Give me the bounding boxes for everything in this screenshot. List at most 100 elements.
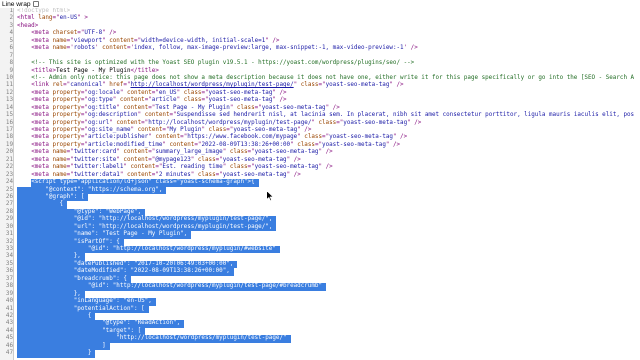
tag-markup: =" xyxy=(80,104,88,111)
tag-markup: =' xyxy=(66,45,74,52)
attribute-value: twitter:site xyxy=(73,156,117,163)
line-number: 14 xyxy=(5,104,13,111)
tag-markup: <meta xyxy=(31,171,53,178)
line-number: 28 xyxy=(5,208,13,215)
source-line: 6 <meta name='robots' content='index, fo… xyxy=(0,45,640,52)
tag-markup: =" xyxy=(318,82,326,89)
line-content: }, xyxy=(17,253,85,261)
line-content: <meta property="og:description" content=… xyxy=(17,112,634,119)
tag-markup: =" xyxy=(52,15,60,22)
tag-markup: " xyxy=(123,164,131,171)
selected-text: "name": "Test Page - My Plugin", xyxy=(17,231,192,239)
line-content: <script type="application/ld+json" class… xyxy=(17,179,259,187)
attribute-name: property xyxy=(52,134,81,141)
tag-markup: <meta xyxy=(31,97,53,104)
line-number: 12 xyxy=(5,89,13,96)
attribute-value: 2022-08-09T13:38:26+00:00 xyxy=(201,141,291,148)
source-line: 32 "isPartOf": { xyxy=(0,238,640,246)
line-content: "isPartOf": { xyxy=(17,238,124,246)
attribute-name: property xyxy=(52,97,81,104)
line-number: 43 xyxy=(5,320,13,327)
attribute-name: content xyxy=(119,97,145,104)
attribute-value: og:site_name xyxy=(87,127,131,133)
source-line: 13 <meta property="og:type" content="art… xyxy=(0,97,640,104)
text-content xyxy=(17,172,31,178)
attribute-value: Suspendisse sed hendrerit nisl, at lacin… xyxy=(176,112,635,119)
selected-text: }, xyxy=(17,290,85,299)
tag-markup: " /> xyxy=(272,97,287,104)
source-line: 29 "@id": "http://localhost/wordpress/my… xyxy=(0,216,640,224)
line-content: { xyxy=(17,201,68,209)
source-line: 44 "target": [ xyxy=(0,327,640,336)
source-line: 5 <meta name="viewport" content="width=d… xyxy=(0,38,640,45)
tag-markup: <meta xyxy=(31,30,53,37)
html-comment: <!-- This site is optimized with the Yoa… xyxy=(31,60,415,67)
tag-markup: " xyxy=(112,97,120,104)
attribute-value: yoast-seo-meta-tag xyxy=(325,82,390,89)
attribute-name: class xyxy=(229,149,248,156)
attribute-name: name xyxy=(52,156,67,163)
selected-text: "@id": "http://localhost/wordpress/myplu… xyxy=(17,283,326,291)
line-wrap-label[interactable]: Line wrap xyxy=(2,1,31,8)
source-line: 47 } xyxy=(0,350,640,358)
resource-link[interactable]: http://localhost/wordpress/myplugin/test… xyxy=(131,82,294,88)
tag-markup: " /> xyxy=(407,119,422,126)
tag-markup: " xyxy=(201,127,209,133)
source-line: 45 "http://localhost/wordpress/myplugin/… xyxy=(0,335,640,343)
tag-markup: ' /> xyxy=(403,45,418,52)
source-line: 28 "@type": "WebPage", xyxy=(0,208,640,217)
attribute-value: yoast-seo-meta-tag xyxy=(322,141,386,148)
attribute-value: en_US xyxy=(158,89,177,96)
attribute-name: name xyxy=(52,37,67,44)
text-content: } xyxy=(17,350,92,357)
attribute-value: article xyxy=(151,97,177,104)
attribute-value: https://www.facebook.com/mypage xyxy=(187,134,298,141)
attribute-name: content xyxy=(123,149,149,156)
attribute-value: og:type xyxy=(87,97,113,104)
text-content: "@id": "http://localhost/wordpress/myplu… xyxy=(17,216,273,223)
attribute-name: content xyxy=(123,156,149,163)
line-content: { xyxy=(17,312,96,321)
attribute-value: twitter:data1 xyxy=(73,171,120,178)
mouse-cursor-icon xyxy=(266,190,274,202)
attribute-name: property xyxy=(52,141,81,148)
tag-markup: <meta xyxy=(31,134,53,141)
attribute-name: content xyxy=(102,45,127,52)
attribute-value: og:title xyxy=(87,104,117,111)
tag-markup: <meta xyxy=(31,119,53,126)
text-content: "@id": "http://localhost/wordpress/myplu… xyxy=(17,246,276,252)
line-number: 10 xyxy=(5,74,13,81)
attribute-value: og:locale xyxy=(87,89,120,96)
tag-markup: <meta xyxy=(31,156,53,163)
attribute-value: yoast-seo-meta-tag xyxy=(254,149,319,156)
source-line: 10 <!-- Admin only notice: this page doe… xyxy=(0,75,640,82)
text-content: "target": [ xyxy=(17,327,142,334)
selected-text: "url": "http://localhost/wordpress/myplu… xyxy=(17,223,277,232)
tag-markup: " xyxy=(222,149,230,156)
text-content xyxy=(17,157,31,163)
attribute-value: twitter:label1 xyxy=(73,164,124,171)
tag-markup: " xyxy=(119,171,127,178)
line-content: <!-- This site is optimized with the Yoa… xyxy=(17,60,414,67)
tag-markup: " xyxy=(293,82,301,89)
tag-markup: =" xyxy=(162,127,170,133)
tag-markup: =" xyxy=(201,89,209,96)
text-content: { xyxy=(251,179,255,186)
selected-text: "target": [ xyxy=(17,327,146,336)
text-content xyxy=(17,68,31,74)
attribute-name: class xyxy=(297,141,315,148)
attribute-value: Test Page - My Plugin xyxy=(155,104,230,111)
line-wrap-checkbox[interactable] xyxy=(32,1,39,7)
tag-markup: " /> xyxy=(297,127,312,133)
attribute-value: og:description xyxy=(87,112,138,119)
tag-markup: <meta xyxy=(31,45,53,52)
attribute-value: article:publisher xyxy=(87,134,149,141)
line-number: 19 xyxy=(5,141,13,148)
source-line: 37 "breadcrumb": { xyxy=(0,275,640,284)
attribute-name: content xyxy=(123,104,149,111)
text-content xyxy=(17,30,31,36)
attribute-name: property xyxy=(52,127,81,133)
source-line: 27 { xyxy=(0,201,640,209)
text-content: "name": "Test Page - My Plugin", xyxy=(17,231,188,238)
line-content: <meta property="og:site_name" content="M… xyxy=(17,127,311,134)
